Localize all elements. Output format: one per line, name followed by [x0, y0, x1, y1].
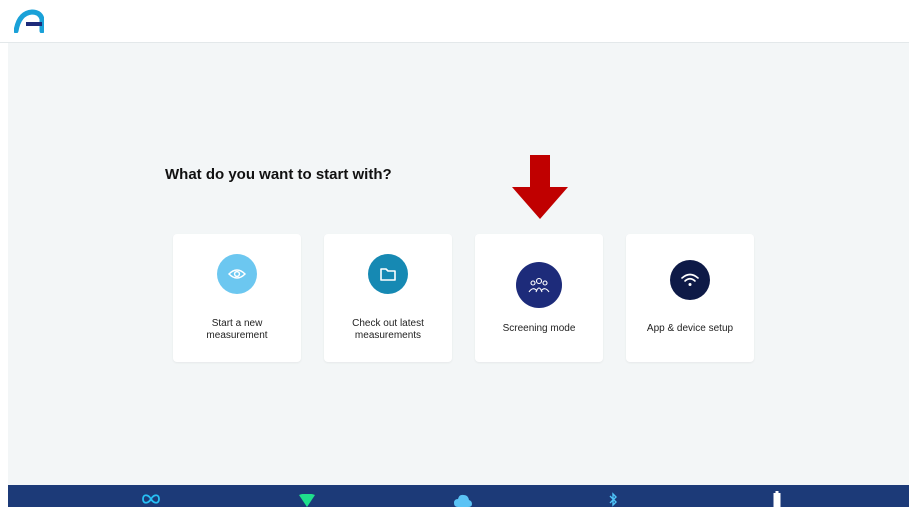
page-title: What do you want to start with? — [165, 166, 392, 183]
card-label: App & device setup — [646, 323, 734, 334]
screening-mode-card[interactable]: Screening mode — [475, 234, 603, 362]
bluetooth-icon — [609, 492, 617, 507]
status-bar — [8, 485, 909, 507]
wifi-icon — [681, 273, 699, 286]
battery-icon — [773, 491, 781, 507]
wifi-icon-circle — [670, 260, 710, 300]
card-label: Check out latest measurements — [352, 318, 424, 341]
down-arrow-annotation — [512, 155, 568, 219]
latest-measurements-card[interactable]: Check out latest measurements — [324, 234, 452, 362]
app-background — [8, 0, 909, 507]
group-icon — [528, 277, 550, 293]
group-icon-circle — [516, 262, 562, 308]
start-measurement-card[interactable]: Start a new measurement — [173, 234, 301, 362]
folder-icon-circle — [368, 254, 408, 294]
cloud-icon — [454, 494, 472, 507]
brand-logo[interactable] — [14, 9, 44, 33]
card-label: Screening mode — [502, 323, 576, 334]
card-label: Start a new measurement — [206, 318, 268, 341]
folder-icon — [380, 268, 396, 281]
eye-icon — [228, 269, 246, 279]
app-device-setup-card[interactable]: App & device setup — [626, 234, 754, 362]
eye-icon-circle — [217, 254, 257, 294]
top-header — [0, 0, 909, 43]
wifi-signal-icon — [299, 494, 315, 507]
infinity-icon — [142, 494, 160, 504]
